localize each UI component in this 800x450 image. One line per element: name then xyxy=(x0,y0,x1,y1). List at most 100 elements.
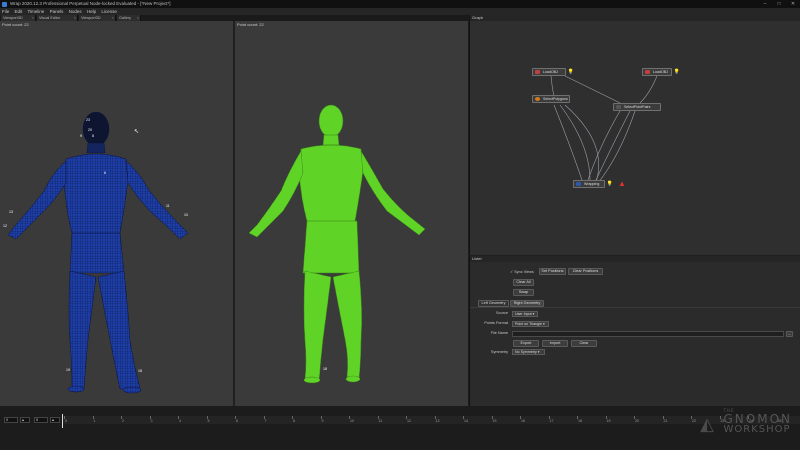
menu-bar: File Edit Timeline Panels Nodes Help Lic… xyxy=(0,8,800,15)
node-wrapping[interactable]: Wrapping 💡 xyxy=(573,180,613,188)
visibility-bulb-icon[interactable]: 💡 xyxy=(674,69,680,75)
menu-edit[interactable]: Edit xyxy=(15,9,23,14)
end-frame-input[interactable]: 5 xyxy=(34,417,48,423)
marker-label[interactable]: 8 xyxy=(92,134,94,138)
left-point-count: Point count: 22 xyxy=(2,22,29,27)
menu-timeline[interactable]: Timeline xyxy=(27,9,44,14)
tab-separator xyxy=(470,307,800,308)
marker-label[interactable]: 19 xyxy=(66,368,70,372)
timeline-tick-label: 5 xyxy=(207,419,210,423)
file-name-input[interactable] xyxy=(512,331,784,337)
sync-views-checkbox[interactable]: ✓ Sync Views xyxy=(510,269,534,274)
tab-right-geometry[interactable]: Right Geometry xyxy=(510,300,544,307)
node-load-obj-2[interactable]: LoadOBJ 💡 xyxy=(642,68,680,76)
gnomon-workshop-watermark: ◭ THE GNOMON WORKSHOP xyxy=(700,408,792,435)
warning-icon[interactable]: ▲ xyxy=(618,179,626,188)
lister-panel: Lister ✓ Sync Views Set Positions Clear … xyxy=(469,256,800,406)
timeline-ruler[interactable]: 0 1 2 3 4 5 6 7 8 9 10 11 12 13 14 15 16 17 18 19 20 21 22 23 24… xyxy=(62,416,800,424)
export-button[interactable]: Export xyxy=(513,340,539,347)
source-select[interactable]: User Input ▾ xyxy=(512,311,538,317)
marker-label[interactable]: 10 xyxy=(184,213,188,217)
green-mesh-figure xyxy=(248,104,426,384)
tab-left-geometry[interactable]: Left Geometry xyxy=(478,300,509,307)
timeline-tick-label: 14 xyxy=(464,419,468,423)
timeline-tick-label: 11 xyxy=(378,419,383,423)
timeline-tick-label: 7 xyxy=(264,419,267,423)
end-frame-stepper[interactable]: ▴ xyxy=(50,417,60,423)
marker-label[interactable]: 23 xyxy=(86,118,90,122)
marker-label[interactable]: 18 xyxy=(323,367,327,371)
clear-all-button[interactable]: Clear All xyxy=(513,279,534,286)
marker-label[interactable]: 9 xyxy=(80,134,82,138)
timeline: 0 ▴ 5 ▴ 0 1 2 3 4 5 6 7 8 9 10 11 12 13 14 15 16 17 18 19 20… xyxy=(0,406,800,450)
timeline-tick-label: 2 xyxy=(122,419,124,423)
swap-button[interactable]: Swap xyxy=(513,289,534,296)
menu-license[interactable]: License xyxy=(101,9,117,14)
timeline-tick-label: 0 xyxy=(65,419,67,423)
file-name-label: File Name xyxy=(490,331,508,335)
right-point-count: Point count: 22 xyxy=(237,22,264,27)
title-bar: Wrap 2020.12.3 Professional Perpetual No… xyxy=(0,0,800,8)
start-frame-stepper[interactable]: ▴ xyxy=(20,417,30,423)
browse-file-button[interactable]: … xyxy=(786,331,793,337)
select-point-pairs-icon xyxy=(616,105,621,109)
mouse-cursor-icon: ↖ xyxy=(134,129,140,135)
timeline-tick-label: 4 xyxy=(179,419,181,423)
node-select-polygons[interactable]: SelectPolygons xyxy=(532,95,570,103)
menu-file[interactable]: File xyxy=(2,9,9,14)
blue-mesh-figure xyxy=(7,111,189,394)
timeline-tick-label: 20 xyxy=(635,419,639,423)
close-icon[interactable]: ✕ xyxy=(786,0,800,8)
graph-panel[interactable]: Graph LoadOBJ 💡 LoadOBJ 💡 SelectPolygons… xyxy=(469,15,800,255)
lister-panel-title: Lister xyxy=(470,256,800,262)
marker-label[interactable]: 11 xyxy=(166,204,170,208)
menu-nodes[interactable]: Nodes xyxy=(69,9,82,14)
right-viewport[interactable]: Point count: 22 18 xyxy=(235,21,468,406)
points-format-select[interactable]: Point on Triangle ▾ xyxy=(512,321,549,327)
load-obj-icon xyxy=(535,70,540,74)
timeline-tick-label: 21 xyxy=(663,419,668,423)
node-select-point-pairs[interactable]: SelectPointPairs xyxy=(613,103,661,111)
timeline-tick-label: 17 xyxy=(549,419,554,423)
start-frame-input[interactable]: 0 xyxy=(4,417,18,423)
playhead[interactable] xyxy=(62,414,63,428)
marker-label[interactable]: 6 xyxy=(104,171,106,175)
timeline-tick-label: 9 xyxy=(321,419,324,423)
visibility-bulb-icon[interactable]: 💡 xyxy=(607,181,613,187)
timeline-tick-label: 15 xyxy=(492,419,497,423)
marker-label[interactable]: 20 xyxy=(88,128,92,132)
clear-button[interactable]: Clear xyxy=(571,340,597,347)
gnomon-logo-icon: ◭ xyxy=(700,414,714,435)
menu-panels[interactable]: Panels xyxy=(50,9,64,14)
timeline-tick-label: 6 xyxy=(236,419,238,423)
visibility-bulb-icon[interactable]: 💡 xyxy=(568,69,574,75)
minimize-icon[interactable]: – xyxy=(758,0,772,8)
node-load-obj-1[interactable]: LoadOBJ 💡 xyxy=(532,68,574,76)
marker-label[interactable]: 12 xyxy=(3,224,7,228)
maximize-icon[interactable]: □ xyxy=(772,0,786,8)
source-label: Source xyxy=(495,311,508,315)
timeline-tick-label: 10 xyxy=(350,419,354,423)
points-format-label: Points Format xyxy=(484,321,508,325)
wrapping-icon xyxy=(576,182,581,186)
timeline-tick-label: 8 xyxy=(293,419,295,423)
left-viewport[interactable]: Point count: 22 23 20 9 8 13 12 11 10 6 … xyxy=(0,21,233,406)
marker-label[interactable]: 13 xyxy=(9,210,13,214)
timeline-tick-label: 12 xyxy=(407,419,411,423)
menu-help[interactable]: Help xyxy=(87,9,96,14)
timeline-tick-label: 19 xyxy=(606,419,611,423)
timeline-tick-label: 22 xyxy=(692,419,696,423)
clear-positions-button[interactable]: Clear Positions xyxy=(568,268,603,275)
timeline-tick-label: 13 xyxy=(435,419,440,423)
timeline-tick-label: 16 xyxy=(521,419,525,423)
select-polygons-icon xyxy=(535,97,540,101)
timeline-tick-label: 3 xyxy=(150,419,153,423)
window-title: Wrap 2020.12.3 Professional Perpetual No… xyxy=(10,1,171,6)
marker-label[interactable]: 18 xyxy=(138,369,142,373)
timeline-tick-label: 18 xyxy=(578,419,582,423)
symmetry-label: Symmetry xyxy=(490,350,508,354)
import-button[interactable]: Import xyxy=(542,340,568,347)
set-positions-button[interactable]: Set Positions xyxy=(539,268,566,275)
graph-connections xyxy=(550,75,658,186)
symmetry-select[interactable]: No Symmetry ▾ xyxy=(512,349,545,355)
